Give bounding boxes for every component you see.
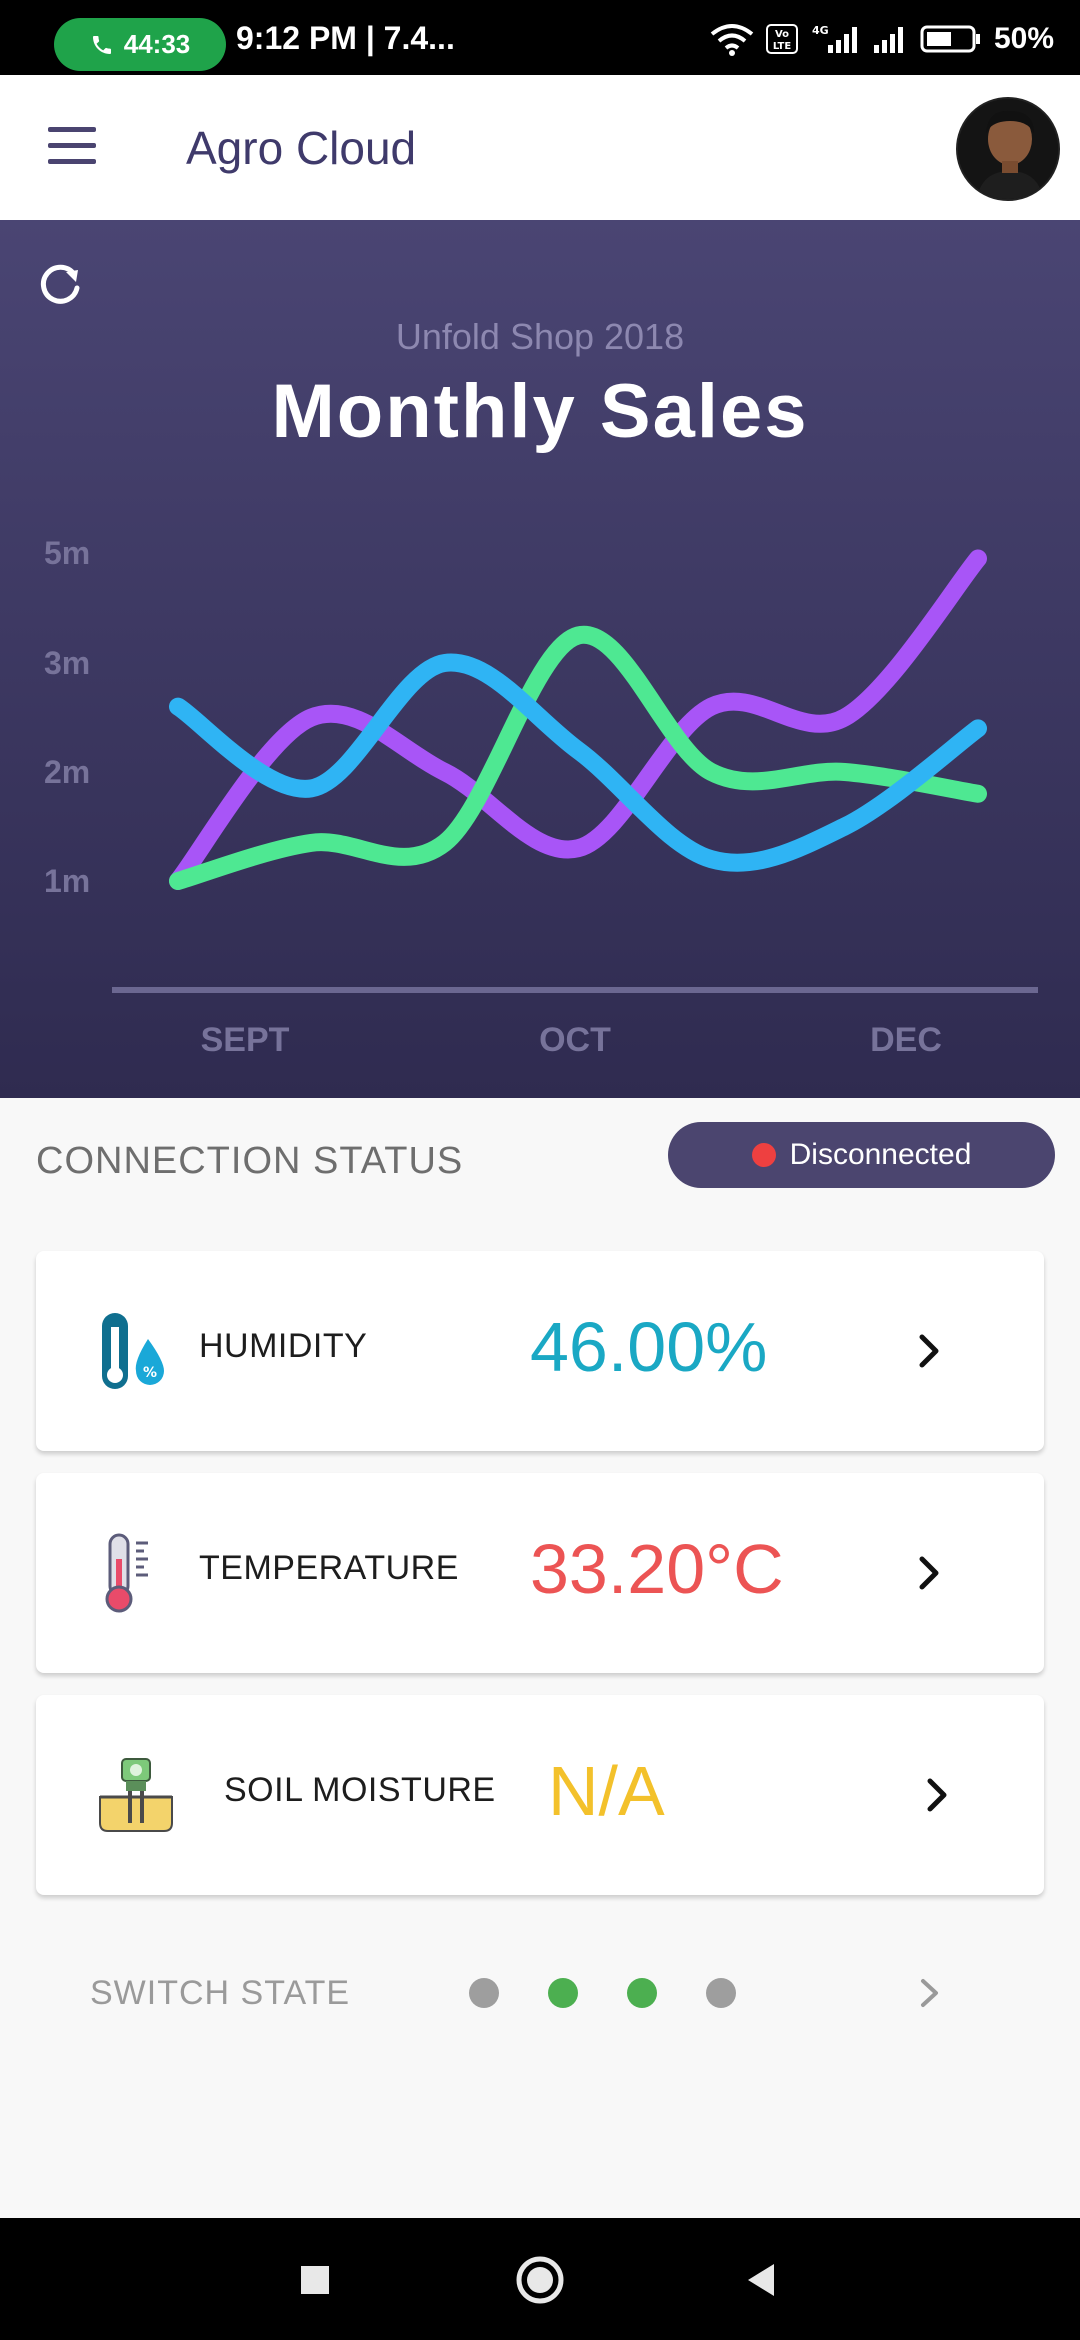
status-dot-icon: [751, 1143, 776, 1167]
battery-icon: [920, 25, 980, 53]
chevron-right-icon: [919, 1556, 939, 1590]
x-tick-label: OCT: [539, 1021, 611, 1059]
chevron-right-icon: [927, 1778, 947, 1812]
status-time: 9:12 PM | 7.4...: [236, 20, 455, 56]
y-tick-label: 5m: [44, 535, 90, 571]
monthly-sales-chart-card: 5m 3m 2m 1m SEPT OCT DEC Unfold Shop 2018 Mont…: [0, 220, 1080, 1098]
battery-percent: 50%: [993, 22, 1054, 55]
wifi-icon: [710, 24, 754, 56]
temperature-card[interactable]: TEMPERATURE 33.20°C: [36, 1473, 1044, 1673]
y-tick-label: 1m: [44, 863, 90, 899]
connection-status-text: Disconnected: [789, 1138, 972, 1171]
switch-state-chevron-icon[interactable]: [918, 1976, 942, 2010]
switch-state-dot: [627, 1978, 657, 2008]
series-line: [169, 653, 987, 872]
user-avatar-icon: [958, 99, 1058, 199]
switch-state-dot: [706, 1978, 736, 2008]
soil-moisture-label: SOIL MOISTURE: [224, 1771, 496, 1809]
system-nav-bar: [0, 2218, 1080, 2340]
svg-text:LTE: LTE: [773, 41, 792, 52]
switch-state-label: SWITCH STATE: [90, 1974, 351, 2012]
x-tick-label: SEPT: [201, 1021, 290, 1059]
volte-icon: VoLTE: [765, 24, 798, 54]
chevron-right-icon: [919, 1334, 939, 1368]
svg-text:Vo: Vo: [775, 29, 789, 40]
status-bar: 44:33 9:12 PM | 7.4... Vo LTE 4G 50%: [0, 0, 1080, 75]
switch-state-dot: [548, 1978, 578, 2008]
y-tick-label: 2m: [44, 754, 90, 790]
chart-subtitle: Unfold Shop 2018: [395, 316, 685, 357]
recents-square-icon[interactable]: [287, 2252, 343, 2308]
back-triangle-icon[interactable]: [734, 2252, 790, 2308]
temperature-label: TEMPERATURE: [199, 1549, 459, 1587]
series-line: [169, 549, 987, 890]
switch-state-dot: [469, 1978, 499, 2008]
svg-text:%: %: [143, 1365, 157, 1381]
soil-moisture-icon: [99, 1758, 173, 1832]
y-tick-label: 3m: [44, 645, 90, 681]
ongoing-call-pill[interactable]: 44:33: [54, 18, 226, 71]
hamburger-menu-icon[interactable]: [42, 127, 102, 171]
call-timer: 44:33: [123, 29, 191, 59]
app-bar: Agro Cloud: [0, 75, 1080, 220]
soil-moisture-value: N/A: [548, 1752, 665, 1830]
x-tick-label: DEC: [870, 1021, 942, 1059]
home-circle-icon[interactable]: [512, 2252, 568, 2308]
temperature-value: 33.20°C: [530, 1530, 784, 1608]
signal-icon: [873, 27, 903, 53]
humidity-icon: %: [102, 1313, 164, 1389]
refresh-icon[interactable]: [36, 260, 86, 310]
connection-status-label: CONNECTION STATUS: [36, 1140, 464, 1182]
signal-4g-icon: 4G: [812, 24, 857, 53]
svg-text:4G: 4G: [812, 24, 829, 37]
phone-icon: [92, 35, 111, 54]
chart-title: Monthly Sales: [271, 369, 809, 454]
humidity-card[interactable]: % HUMIDITY 46.00%: [36, 1251, 1044, 1451]
humidity-value: 46.00%: [530, 1308, 768, 1386]
connection-status-badge[interactable]: Disconnected: [668, 1122, 1055, 1188]
avatar[interactable]: [956, 97, 1060, 201]
app-title: Agro Cloud: [186, 122, 417, 174]
soil-moisture-card[interactable]: SOIL MOISTURE N/A: [36, 1695, 1044, 1895]
thermometer-icon: [105, 1533, 148, 1613]
humidity-label: HUMIDITY: [199, 1327, 368, 1365]
